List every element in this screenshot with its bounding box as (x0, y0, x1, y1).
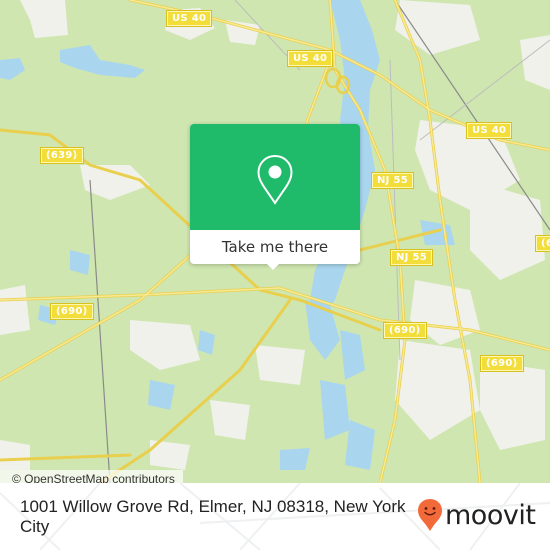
location-pin-icon (257, 154, 293, 205)
take-me-there-button[interactable]: Take me there (190, 230, 360, 264)
moovit-smiley-pin-icon (418, 499, 442, 531)
road-label-partial: (6 (534, 235, 550, 252)
road-label-639: (639) (40, 147, 84, 164)
location-popup: Take me there (190, 124, 360, 270)
road-label-nj55: NJ 55 (371, 172, 414, 189)
popup-header (190, 124, 360, 230)
map-attribution[interactable]: © OpenStreetMap contributors (0, 470, 183, 483)
road-label-690: (690) (383, 322, 427, 339)
road-label-us40: US 40 (465, 122, 513, 139)
address-text: 1001 Willow Grove Rd, Elmer, NJ 08318, N… (20, 497, 406, 536)
moovit-logo[interactable]: moovit (417, 497, 536, 533)
footer: 1001 Willow Grove Rd, Elmer, NJ 08318, N… (0, 483, 550, 550)
road-label-690: (690) (50, 303, 94, 320)
road-label-us40: US 40 (286, 50, 334, 67)
road-label-us40: US 40 (165, 10, 213, 27)
brand-name: moovit (445, 499, 536, 531)
popup-pointer (265, 262, 281, 270)
road-label-690: (690) (480, 355, 524, 372)
road-label-nj55: NJ 55 (390, 249, 433, 266)
map-view[interactable]: US 40 US 40 US 40 (639) NJ 55 NJ 55 (690… (0, 0, 550, 483)
